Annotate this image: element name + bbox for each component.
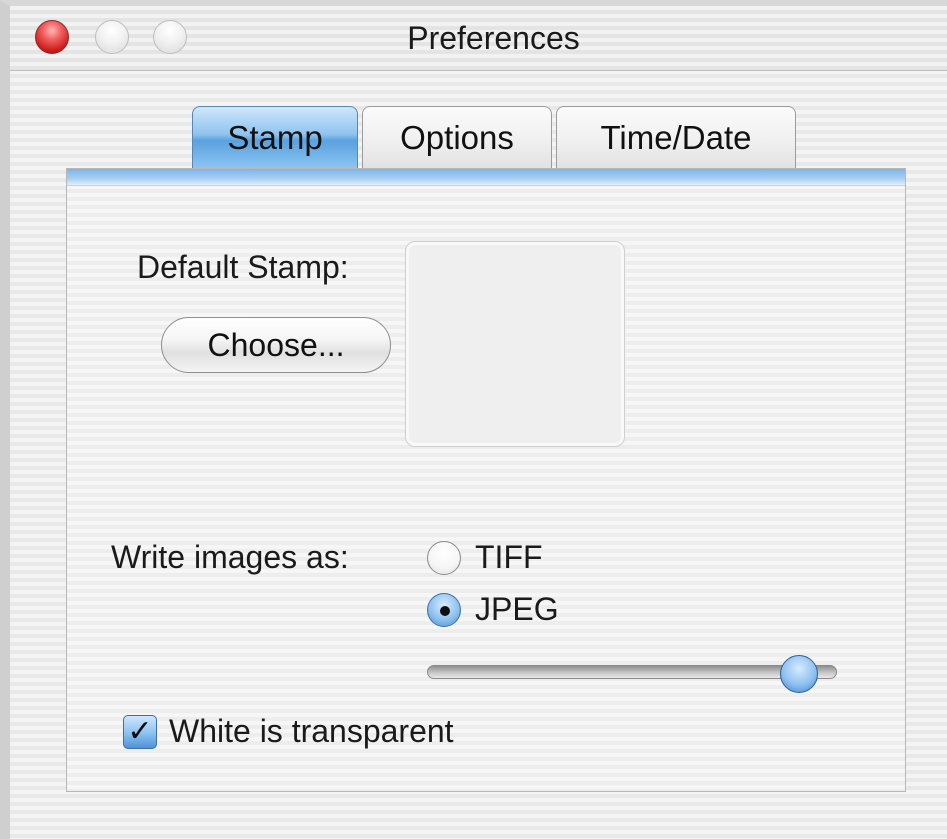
tab-stamp[interactable]: Stamp	[192, 106, 358, 168]
jpeg-label: JPEG	[475, 591, 559, 627]
write-images-label: Write images as:	[111, 539, 349, 575]
white-transparent-checkbox[interactable]: ✓	[123, 715, 157, 749]
choose-button[interactable]: Choose...	[161, 317, 391, 373]
preferences-window: Preferences Stamp Options Time/Date Defa…	[0, 0, 947, 839]
checkmark-icon: ✓	[127, 714, 153, 749]
tab-options[interactable]: Options	[362, 106, 552, 168]
default-stamp-label: Default Stamp:	[137, 249, 349, 285]
tab-bar: Stamp Options Time/Date	[182, 106, 800, 168]
window-title: Preferences	[407, 20, 580, 56]
white-transparent-label: White is transparent	[169, 713, 454, 749]
stamp-image-well[interactable]	[405, 241, 625, 447]
radio-jpeg[interactable]	[427, 593, 461, 627]
radio-selected-dot	[440, 606, 450, 616]
tab-time-date[interactable]: Time/Date	[556, 106, 796, 168]
tiff-label: TIFF	[475, 539, 543, 575]
jpeg-quality-slider-knob[interactable]	[780, 655, 819, 693]
selected-tab-underline	[67, 169, 905, 186]
title-bar[interactable]: Preferences	[10, 6, 947, 71]
jpeg-quality-slider-track[interactable]	[427, 665, 837, 679]
radio-tiff[interactable]	[427, 541, 461, 575]
stamp-tab-panel: Default Stamp: Choose... Write images as…	[66, 168, 906, 792]
